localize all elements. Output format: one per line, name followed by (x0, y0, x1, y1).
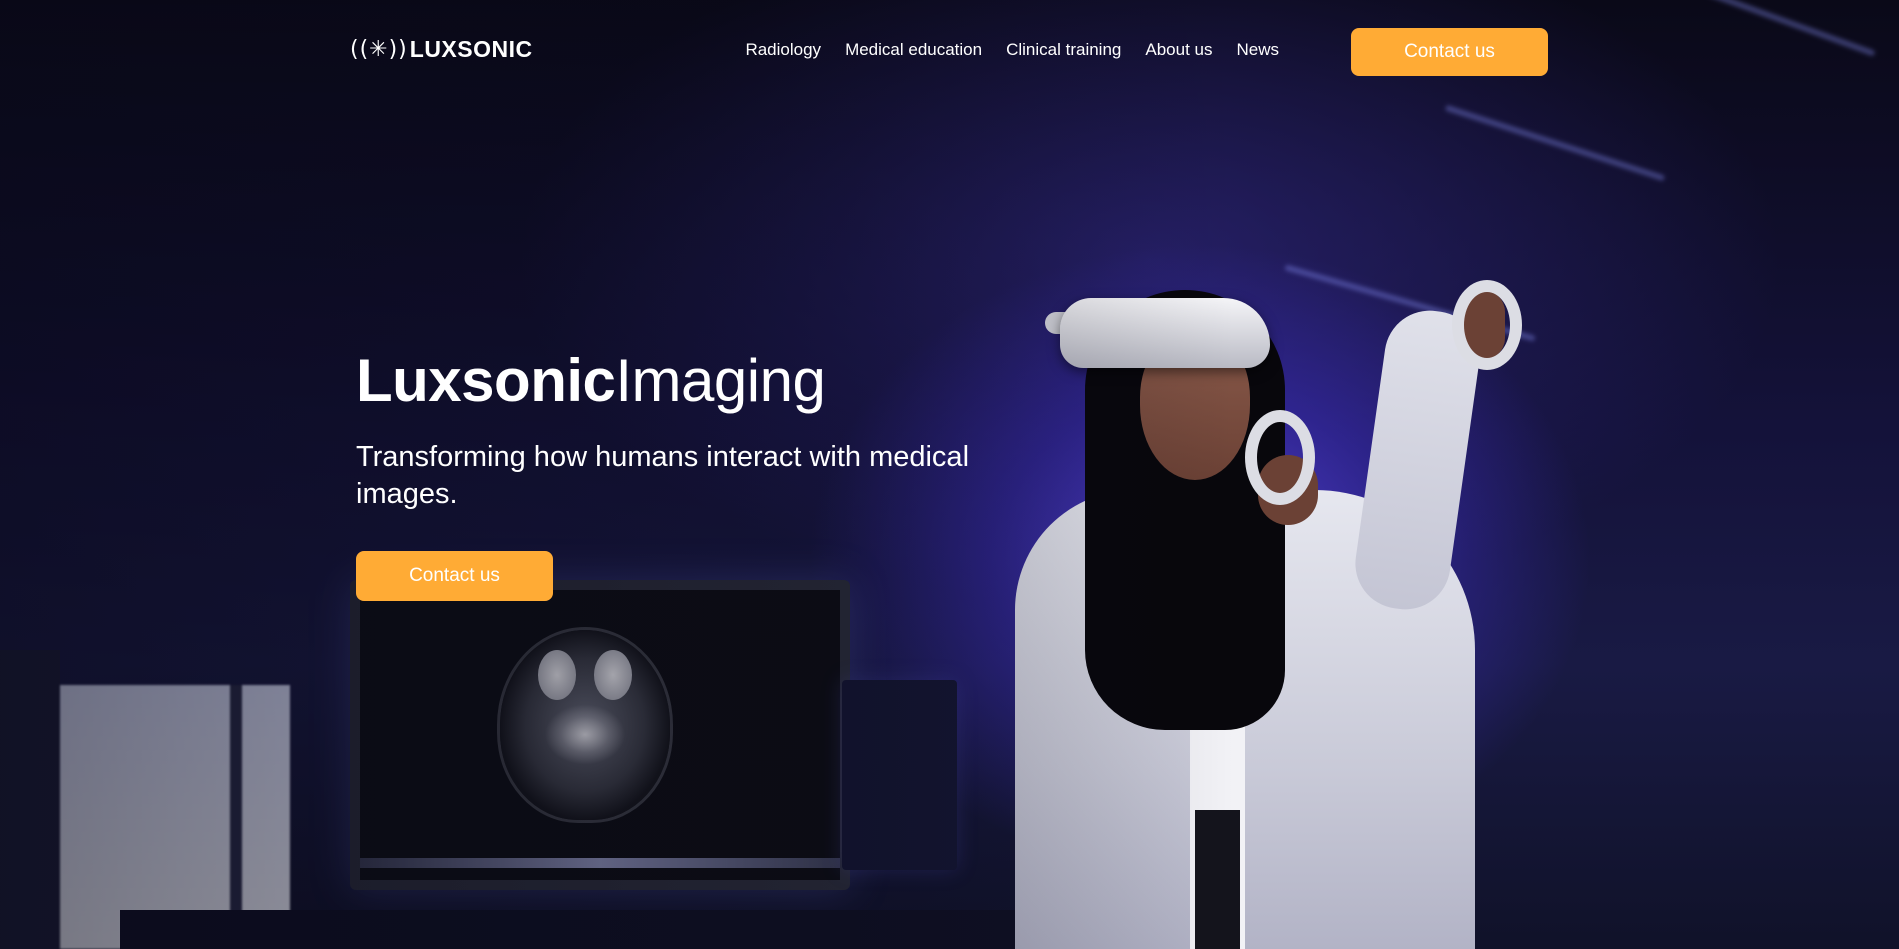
hero-title-strong: Luxsonic (356, 347, 616, 414)
nav-item-radiology[interactable]: Radiology (745, 40, 821, 60)
nav-item-news[interactable]: News (1236, 40, 1279, 60)
hero-subtitle: Transforming how humans interact with me… (356, 441, 970, 510)
logo-text: LUXSONIC (409, 36, 533, 62)
logo-icon: ((✳)) (350, 37, 408, 62)
main-nav: Radiology Medical education Clinical tra… (745, 40, 1279, 60)
hero-title: LuxsonicImaging (356, 345, 1056, 417)
site-header: ((✳)) LUXSONIC Radiology Medical educati… (0, 0, 1899, 100)
nav-item-medical-education[interactable]: Medical education (845, 40, 982, 60)
hero-section: ((✳)) LUXSONIC Radiology Medical educati… (0, 0, 1899, 949)
hero-contact-button[interactable]: Contact us (356, 551, 553, 601)
logo[interactable]: ((✳)) LUXSONIC (350, 36, 533, 63)
hero-title-light: Imaging (615, 347, 826, 414)
hero-content: LuxsonicImaging Transforming how humans … (356, 345, 1056, 601)
header-contact-button[interactable]: Contact us (1351, 28, 1548, 76)
nav-item-about-us[interactable]: About us (1145, 40, 1212, 60)
nav-item-clinical-training[interactable]: Clinical training (1006, 40, 1121, 60)
